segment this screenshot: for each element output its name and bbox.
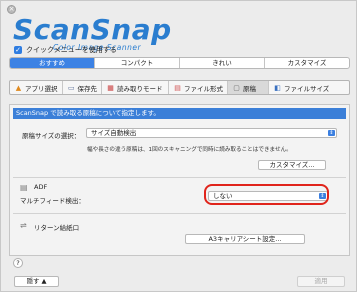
help-icon[interactable]: ?: [13, 258, 23, 268]
profile-recommended[interactable]: おすすめ: [10, 58, 94, 68]
tab-scanning-mode-label: 読み取りモード: [117, 84, 163, 93]
apply-button[interactable]: 適用: [297, 276, 345, 287]
application-icon: ▲: [15, 83, 22, 92]
file-size-icon: ◧: [274, 83, 281, 92]
paper-size-note: 幅や長さの違う原稿は、1回のスキャニングで同時に読み取ることはできません。: [87, 147, 292, 153]
quick-menu-option[interactable]: ✓ クイックメニューを使用する: [14, 45, 117, 55]
quick-menu-label: クイックメニューを使用する: [26, 46, 117, 54]
a3-carrier-sheet-button[interactable]: A3キャリアシート設定...: [185, 234, 305, 244]
profile-selector: おすすめ コンパクト きれい カスタマイズ: [9, 57, 350, 69]
multifeed-label: マルチフィード検出：: [20, 197, 85, 205]
quick-menu-checkbox[interactable]: ✓: [14, 46, 22, 54]
tab-save-to[interactable]: ▭ 保存先: [62, 81, 101, 94]
paper-settings-panel: ScanSnap で読み取る原稿について指定します。 原稿サイズの選択： サイズ…: [9, 104, 350, 256]
multifeed-highlight-box: [204, 184, 329, 205]
chevron-updown-icon: ⇕: [328, 130, 335, 136]
tab-application-label: アプリ選択: [25, 84, 58, 93]
profile-fine[interactable]: きれい: [179, 58, 264, 68]
scanning-mode-icon: ▦: [107, 83, 114, 92]
adf-title: ADF: [34, 183, 48, 191]
adf-icon: ▤: [20, 183, 28, 192]
paper-size-label: 原稿サイズの選択：: [22, 132, 81, 140]
tab-file-option-label: ファイル形式: [184, 84, 223, 93]
return-path-title: リターン給紙口: [34, 224, 80, 232]
settings-tabs: ▲ アプリ選択 ▭ 保存先 ▦ 読み取りモード ▤ ファイル形式 ▢ 原稿 ◧ …: [9, 80, 350, 95]
customize-button[interactable]: カスタマイズ...: [258, 160, 326, 170]
tab-file-size-label: ファイルサイズ: [284, 84, 330, 93]
scansnap-settings-window: × ScanSnap Color Image Scanner ✓ クイックメニュ…: [0, 0, 357, 292]
tab-paper-label: 原稿: [243, 84, 256, 93]
profile-customize[interactable]: カスタマイズ: [264, 58, 349, 68]
return-path-icon: ⇌: [20, 221, 27, 230]
tab-file-size[interactable]: ◧ ファイルサイズ: [268, 81, 349, 94]
hide-button[interactable]: 隠す ▲: [14, 276, 59, 287]
tab-scanning-mode[interactable]: ▦ 読み取りモード: [101, 81, 168, 94]
paper-icon: ▢: [233, 83, 240, 92]
tab-application[interactable]: ▲ アプリ選択: [10, 81, 62, 94]
save-to-icon: ▭: [67, 83, 75, 92]
divider: [13, 177, 346, 178]
divider: [13, 213, 346, 214]
tab-paper[interactable]: ▢ 原稿: [227, 81, 268, 94]
panel-banner: ScanSnap で読み取る原稿について指定します。: [13, 108, 346, 119]
paper-size-select[interactable]: サイズ自動検出 ⇕: [86, 128, 337, 138]
tab-file-option[interactable]: ▤ ファイル形式: [168, 81, 227, 94]
tab-save-to-label: 保存先: [77, 84, 98, 93]
paper-size-value: サイズ自動検出: [91, 129, 137, 137]
profile-compact[interactable]: コンパクト: [94, 58, 179, 68]
logo-wordmark: ScanSnap: [13, 13, 172, 46]
file-option-icon: ▤: [174, 83, 181, 92]
